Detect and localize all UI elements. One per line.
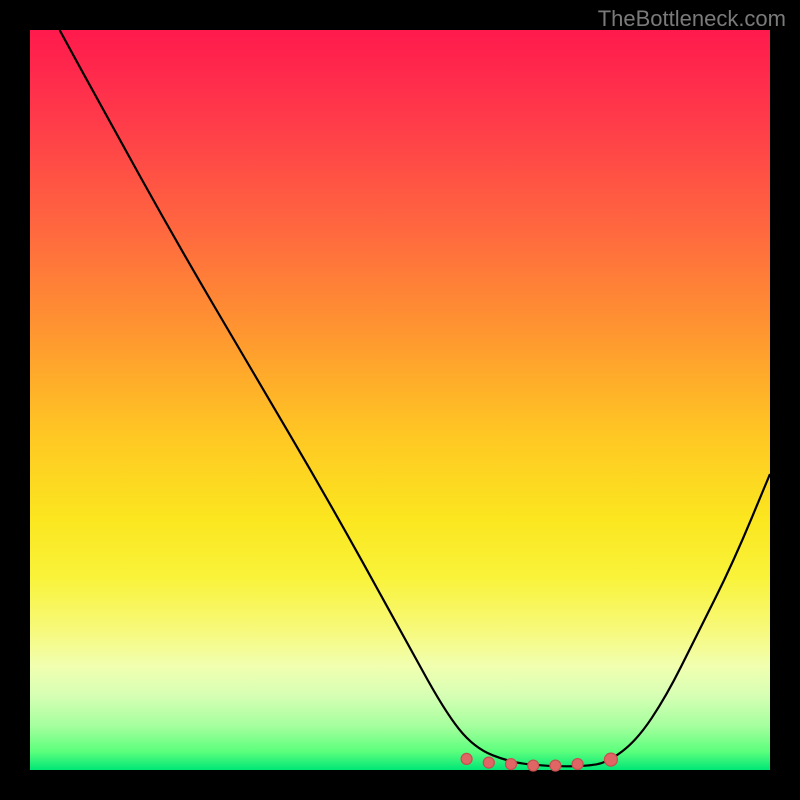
bottleneck-curve — [60, 30, 770, 766]
curve-layer — [30, 30, 770, 770]
marker-dot — [483, 757, 494, 768]
marker-dot — [572, 759, 583, 770]
watermark-text: TheBottleneck.com — [598, 6, 786, 32]
optimal-markers — [461, 753, 617, 771]
chart-frame: TheBottleneck.com — [0, 0, 800, 800]
marker-dot — [604, 753, 617, 766]
marker-dot — [461, 753, 472, 764]
plot-area — [30, 30, 770, 770]
marker-dot — [550, 760, 561, 771]
marker-dot — [506, 759, 517, 770]
marker-dot — [528, 760, 539, 771]
